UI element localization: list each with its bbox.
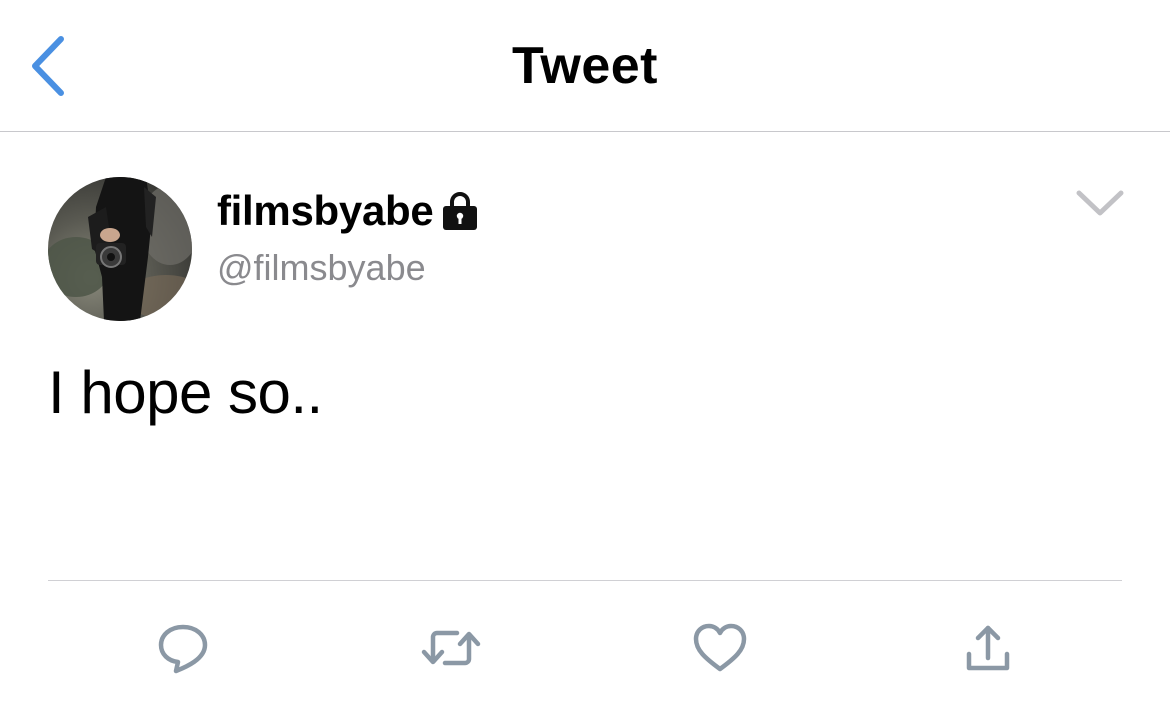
share-button[interactable] [958,618,1018,678]
avatar[interactable] [48,177,192,321]
tweet-menu-button[interactable] [1072,183,1128,223]
retweet-icon [421,630,481,666]
avatar-photo [48,177,192,321]
tweet-detail: filmsbyabe @filmsbyabe I hope so.. [0,133,1170,710]
navigation-bar: Tweet [0,0,1170,132]
lock-icon [443,192,478,230]
page-title: Tweet [511,37,658,95]
display-name: filmsbyabe [217,187,434,234]
user-handle[interactable]: @filmsbyabe [217,245,426,291]
retweet-button[interactable] [421,618,481,678]
tweet-text: I hope so.. [48,359,323,426]
heart-icon [693,623,747,672]
reply-button[interactable] [153,618,213,678]
comment-icon [158,624,208,674]
divider [48,580,1122,581]
share-icon [966,625,1010,671]
display-name-row[interactable]: filmsbyabe [217,183,479,239]
chevron-down-icon [1076,190,1124,216]
like-button[interactable] [690,618,750,678]
